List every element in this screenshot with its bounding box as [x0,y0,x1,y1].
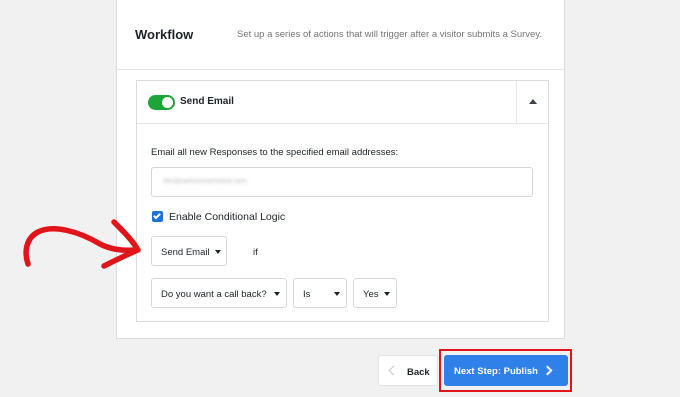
conditional-logic-checkbox[interactable] [152,211,163,222]
collapse-button[interactable] [516,81,548,124]
email-description: Email all new Responses to the specified… [151,147,399,158]
chevron-down-icon [274,292,280,296]
send-email-action-card: Send Email Email all new Responses to th… [136,80,549,322]
condition-value-select[interactable]: Yes [353,278,397,308]
next-step-publish-button[interactable]: Next Step: Publish [444,355,568,386]
email-addresses-input[interactable]: dev@awesomemotive.com [151,167,533,197]
action-type-value: Send Email [161,247,210,258]
caret-up-icon [529,99,537,104]
back-button[interactable]: Back [378,355,438,386]
action-type-select[interactable]: Send Email [151,236,227,266]
condition-field-select[interactable]: Do you want a call back? [151,278,287,308]
condition-value-value: Yes [363,289,379,300]
hand-drawn-arrow-icon [23,219,141,269]
next-step-label: Next Step: Publish [454,366,538,377]
back-label: Back [407,367,430,378]
action-card-header[interactable]: Send Email [137,81,548,124]
chevron-right-icon [542,365,553,376]
if-label: if [253,247,258,258]
chevron-down-icon [334,292,340,296]
action-title: Send Email [180,96,234,107]
send-email-toggle[interactable] [148,95,175,110]
chevron-down-icon [384,292,390,296]
email-value: dev@awesomemotive.com [163,178,248,185]
condition-field-value: Do you want a call back? [161,289,267,300]
chevron-down-icon [215,250,221,254]
condition-operator-value: Is [303,289,311,300]
conditional-logic-label[interactable]: Enable Conditional Logic [169,211,285,223]
chevron-left-icon [388,365,399,376]
workflow-title: Workflow [135,27,194,42]
workflow-header: Workflow Set up a series of actions that… [117,0,564,70]
condition-operator-select[interactable]: Is [293,278,347,308]
checkmark-icon [153,211,161,220]
workflow-description: Set up a series of actions that will tri… [237,29,543,40]
workflow-panel: Workflow Set up a series of actions that… [116,0,565,339]
